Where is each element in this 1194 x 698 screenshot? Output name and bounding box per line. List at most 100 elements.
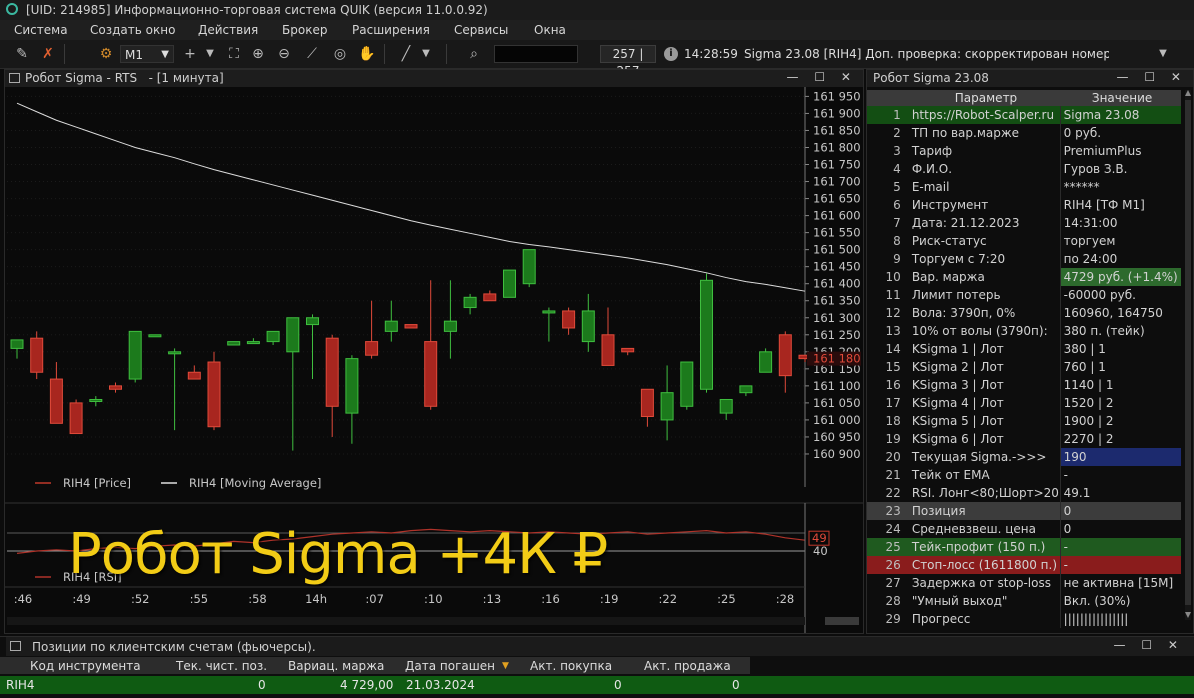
toolbar-search-input[interactable]: [494, 45, 578, 63]
menu-services[interactable]: Сервисы: [454, 23, 508, 37]
table-row[interactable]: 24 Средневзвеш. цена 0: [867, 520, 1181, 538]
chevron-down-icon[interactable]: ▼: [418, 46, 434, 62]
col-active-sell[interactable]: Акт. продажа: [644, 659, 731, 673]
table-row[interactable]: 25 Тейк-профит (150 п.) -: [867, 538, 1181, 556]
candle-body: [306, 317, 319, 326]
menu-extensions[interactable]: Расширения: [352, 23, 430, 37]
col-variation-margin[interactable]: Вариац. маржа: [288, 659, 384, 673]
col-active-buy[interactable]: Акт. покупка: [530, 659, 612, 673]
y-tick-label: 161 900: [813, 106, 861, 120]
table-row[interactable]: 4 Ф.И.О. Гуров З.В.: [867, 160, 1181, 178]
header-parameter[interactable]: Параметр: [908, 90, 1061, 106]
rsi-last-value: 49: [812, 531, 827, 545]
table-row[interactable]: 15 KSigma 2 | Лот 760 | 1: [867, 358, 1181, 376]
positions-titlebar[interactable]: Позиции по клиентским счетам (фьючерсы).…: [6, 637, 1194, 656]
table-row[interactable]: 14 KSigma 1 | Лот 380 | 1: [867, 340, 1181, 358]
pencil-icon[interactable]: ✎: [14, 46, 30, 62]
table-row[interactable]: 21 Тейк от EMA -: [867, 466, 1181, 484]
param-name: Стоп-лосс (1611800 п.): [908, 556, 1061, 574]
param-name: Торгуем с 7:20: [908, 250, 1061, 268]
candle-body: [325, 337, 339, 407]
table-row[interactable]: RIH4 0 4 729,00 21.03.2024 0 0: [0, 676, 1194, 694]
col-instrument-code[interactable]: Код инструмента: [30, 659, 141, 673]
search-icon[interactable]: ⌕: [466, 46, 482, 62]
candle-body: [266, 330, 280, 343]
ruler-icon[interactable]: ⟋: [304, 46, 320, 62]
param-name: Лимит потерь: [908, 286, 1061, 304]
menu-actions[interactable]: Действия: [198, 23, 258, 37]
candle-body: [621, 347, 635, 353]
candle-body: [542, 310, 556, 314]
window-controls[interactable]: — ☐ ✕: [1117, 70, 1187, 84]
menu-broker[interactable]: Брокер: [282, 23, 327, 37]
chart-window-titlebar[interactable]: Робот Sigma - RTS - [1 минута] — ☐ ✕: [5, 70, 863, 87]
message-counter[interactable]: 257 | 257: [600, 45, 656, 78]
table-row[interactable]: 2 ТП по вар.марже 0 руб.: [867, 124, 1181, 142]
table-row[interactable]: 10 Вар. маржа 4729 руб. (+1.4%): [867, 268, 1181, 286]
zoom-out-icon[interactable]: ⊖: [276, 46, 292, 62]
timeframe-select[interactable]: M1 ▼: [120, 45, 174, 63]
y-tick-label: 161 800: [813, 140, 861, 154]
y-tick-label: 161 550: [813, 226, 861, 240]
table-row[interactable]: 6 Инструмент RIH4 [ТФ M1]: [867, 196, 1181, 214]
menu-create-window[interactable]: Создать окно: [90, 23, 175, 37]
candle-body: [286, 317, 300, 353]
sort-desc-icon[interactable]: ▼: [502, 661, 509, 671]
timeframe-value: M1: [125, 48, 143, 62]
window-controls[interactable]: — ☐ ✕: [787, 70, 857, 84]
table-row[interactable]: 3 Тариф PremiumPlus: [867, 142, 1181, 160]
table-row[interactable]: 27 Задержка от stop-loss не активна [15M]: [867, 574, 1181, 592]
table-row[interactable]: 8 Риск-статус торгуем: [867, 232, 1181, 250]
candle-body: [503, 269, 516, 298]
param-value: 0 руб.: [1063, 126, 1102, 140]
param-row-number: 16: [885, 378, 901, 392]
table-row[interactable]: 28 "Умный выход" Вкл. (30%): [867, 592, 1181, 610]
header-value[interactable]: Значение: [1060, 90, 1181, 106]
table-row[interactable]: 29 Прогресс ||||||||||||||||: [867, 610, 1181, 628]
positions-window: Позиции по клиентским счетам (фьючерсы).…: [0, 636, 1194, 698]
candle-body: [187, 371, 201, 380]
param-name: KSigma 6 | Лот: [908, 430, 1061, 448]
param-window-title: Робот Sigma 23.08: [873, 71, 989, 85]
param-value: ******: [1063, 180, 1100, 194]
param-window-titlebar[interactable]: Робот Sigma 23.08 — ☐ ✕: [867, 70, 1193, 87]
param-name: KSigma 4 | Лот: [908, 394, 1061, 412]
table-row[interactable]: 16 KSigma 3 | Лот 1140 | 1: [867, 376, 1181, 394]
col-maturity-date[interactable]: Дата погашен: [405, 659, 495, 673]
param-name: Текущая Sigma.->>>: [908, 448, 1061, 466]
line-tool-icon[interactable]: ╱: [398, 46, 414, 62]
param-row-number: 6: [893, 198, 901, 212]
param-row-number: 29: [885, 612, 901, 626]
table-row[interactable]: 26 Стоп-лосс (1611800 п.) -: [867, 556, 1181, 574]
param-scrollbar[interactable]: [1183, 90, 1191, 620]
param-value: 4729 руб. (+1.4%): [1060, 268, 1181, 286]
table-row[interactable]: 9 Торгуем с 7:20 по 24:00: [867, 250, 1181, 268]
cell-variation-margin: 4 729,00: [340, 678, 394, 692]
window-controls[interactable]: — ☐ ✕: [1114, 638, 1184, 652]
table-row[interactable]: 18 KSigma 5 | Лот 1900 | 2: [867, 412, 1181, 430]
zoom-in-icon[interactable]: ⊕: [250, 46, 266, 62]
table-row[interactable]: 13 10% от волы (3790п): 380 п. (тейк): [867, 322, 1181, 340]
table-row[interactable]: 7 Дата: 21.12.2023 14:31:00: [867, 214, 1181, 232]
table-row[interactable]: 19 KSigma 6 | Лот 2270 | 2: [867, 430, 1181, 448]
table-row[interactable]: 12 Вола: 3790п, 0% 160960, 164750: [867, 304, 1181, 322]
table-row[interactable]: 11 Лимит потерь -60000 руб.: [867, 286, 1181, 304]
col-net-position[interactable]: Тек. чист. поз.: [176, 659, 267, 673]
menu-windows[interactable]: Окна: [534, 23, 566, 37]
delete-tool-icon[interactable]: ✗: [40, 46, 56, 62]
chevron-down-icon[interactable]: ▼: [1152, 45, 1174, 63]
table-row[interactable]: 1 https://Robot-Scalper.ru Sigma 23.08: [867, 106, 1181, 124]
menu-sistema[interactable]: Система: [14, 23, 68, 37]
table-row[interactable]: 20 Текущая Sigma.->>> 190: [867, 448, 1181, 466]
chevron-down-icon[interactable]: ▼: [202, 46, 218, 62]
fit-screen-icon[interactable]: ⛶: [226, 46, 242, 62]
table-row[interactable]: 22 RSI. Лонг<80;Шорт>20 49.1: [867, 484, 1181, 502]
target-icon[interactable]: ◎: [332, 46, 348, 62]
table-row[interactable]: 23 Позиция 0: [867, 502, 1181, 520]
table-row[interactable]: 5 E-mail ******: [867, 178, 1181, 196]
table-row[interactable]: 17 KSigma 4 | Лот 1520 | 2: [867, 394, 1181, 412]
chart-settings-icon[interactable]: ⚙: [98, 46, 114, 62]
hand-icon[interactable]: ✋: [358, 46, 375, 62]
param-value: 190: [1060, 448, 1181, 466]
crosshair-icon[interactable]: +: [182, 46, 198, 62]
